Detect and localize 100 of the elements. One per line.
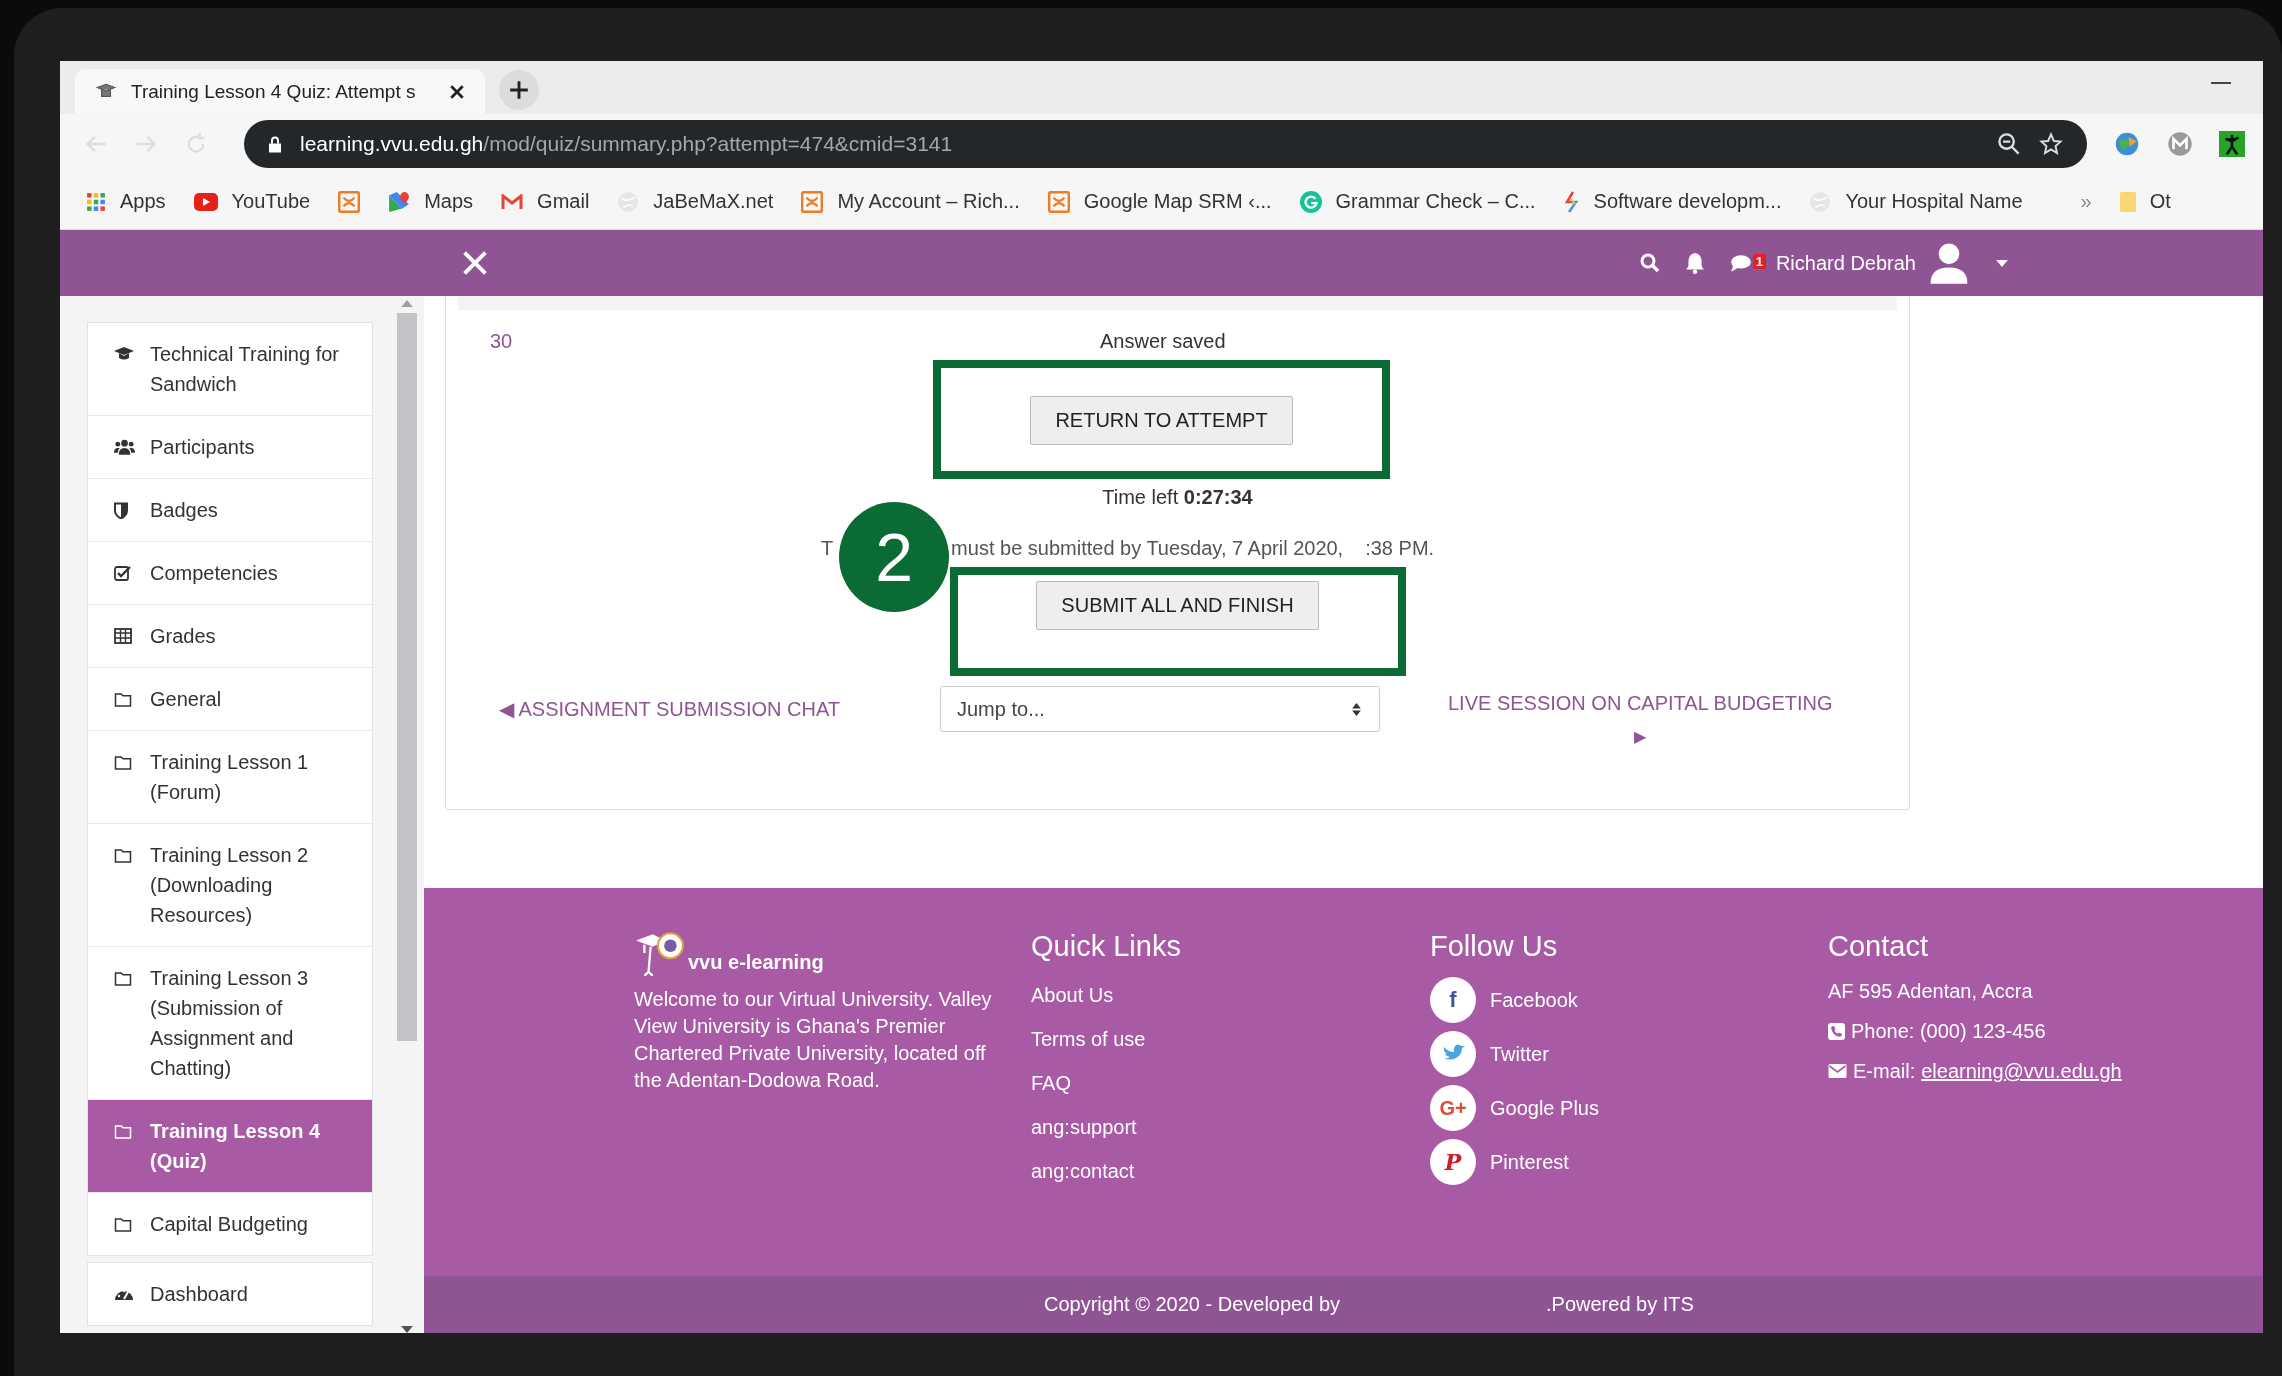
browser-tab[interactable]: Training Lesson 4 Quiz: Attempt s [75, 69, 485, 114]
social-link[interactable]: G+ Google Plus [1430, 1085, 1599, 1131]
table-icon [114, 628, 132, 644]
minimize-icon[interactable] [2211, 81, 2231, 85]
sidebar-item[interactable]: Grades [88, 605, 372, 668]
social-icon: P [1430, 1139, 1476, 1185]
bookmark-label: YouTube [231, 190, 311, 213]
social-link[interactable]: Twitter [1430, 1031, 1549, 1077]
apps-grid-icon [86, 191, 106, 212]
next-arrow[interactable]: ▶ [1634, 720, 1647, 754]
sidebar-item[interactable]: Capital Budgeting [88, 1193, 372, 1255]
folder-icon [114, 1123, 132, 1139]
bookmark-label: My Account – Rich... [837, 190, 1020, 213]
sidebar-item[interactable]: Participants [88, 416, 372, 479]
m-extension-icon[interactable] [2167, 131, 2193, 157]
column-title: Follow Us [1430, 930, 1558, 963]
logo-icon [634, 930, 686, 976]
bookmark-label: Gmail [537, 190, 590, 213]
plus-icon [508, 79, 530, 101]
footer-link[interactable]: FAQ [1031, 1069, 1071, 1097]
phone-icon [1828, 1022, 1845, 1040]
bookmark[interactable]: Grammar Check – C... [1299, 190, 1536, 213]
phone-text: Phone: (000) 123-456 [1851, 1019, 2046, 1044]
scroll-down-icon[interactable] [401, 1326, 413, 1333]
sort-arrows-icon [1352, 702, 1361, 716]
figure-extension-icon[interactable] [2219, 131, 2245, 157]
social-link[interactable]: f Facebook [1430, 977, 1578, 1023]
checkbox-icon [114, 565, 132, 581]
bookmark[interactable]: My Account – Rich... [801, 190, 1020, 213]
jump-to-dropdown[interactable]: Jump to... [940, 686, 1380, 732]
lock-icon [268, 135, 282, 153]
scrollbar[interactable] [397, 300, 417, 1333]
social-link[interactable]: P Pinterest [1430, 1139, 1569, 1185]
bookmark-label: JaBeMaX.net [653, 190, 774, 213]
footer-link[interactable]: About Us [1031, 981, 1114, 1009]
bookmark[interactable]: YouTube [193, 190, 311, 213]
bell-icon[interactable] [1683, 252, 1706, 274]
question-status: Answer saved [1100, 330, 1226, 354]
sidebar-item[interactable]: Dashboard [88, 1263, 372, 1325]
deadline-text: T [820, 536, 834, 561]
email-link[interactable]: elearning@vvu.edu.gh [1921, 1057, 2122, 1085]
sidebar-item[interactable]: General [88, 668, 372, 731]
footer-link[interactable]: ang:support [1031, 1113, 1137, 1141]
sidebar-item[interactable]: Badges [88, 479, 372, 542]
tab-title: Training Lesson 4 Quiz: Attempt s [131, 80, 417, 103]
envelope-icon [1828, 1064, 1847, 1078]
bookmark[interactable] [338, 190, 361, 213]
sidebar-item[interactable]: Training Lesson 1 (Forum) [88, 731, 372, 824]
bookmark[interactable]: Gmail [501, 190, 590, 213]
submit-all-and-finish-button[interactable]: SUBMIT ALL AND FINISH [1036, 581, 1319, 630]
bookmark[interactable]: Apps [86, 190, 166, 213]
sidebar-item[interactable]: Competencies [88, 542, 372, 605]
bookmark[interactable]: Maps [388, 190, 474, 213]
folder-icon [2119, 190, 2136, 213]
powered-by-text: .Powered by ITS [1546, 1293, 1694, 1316]
question-number[interactable]: 30 [490, 330, 820, 360]
globe-icon [1809, 190, 1832, 213]
star-icon[interactable] [2039, 132, 2063, 156]
bookmark[interactable]: Google Map SRM ‹... [1047, 190, 1272, 213]
folder-icon [114, 1216, 132, 1232]
bookmark-label: Apps [120, 190, 166, 213]
bookmark-label: Your Hospital Name [1845, 190, 2023, 213]
caret-icon[interactable] [1996, 259, 2008, 267]
folder-icon [114, 970, 132, 986]
return-to-attempt-button[interactable]: RETURN TO ATTEMPT [1030, 396, 1293, 445]
message-count-badge: 1 [1752, 254, 1766, 269]
deadline-text: :38 PM. [1365, 536, 1435, 561]
globe-extension-icon[interactable] [2113, 130, 2141, 158]
footer-link[interactable]: ang:contact [1031, 1157, 1135, 1185]
mail-icon [501, 193, 524, 210]
about-text: Welcome to our Virtual University. Valley View University is Ghana's Premier Chartered Private University, located off the Adentan-Dodowa Road. [634, 987, 993, 1093]
footer-link[interactable]: Terms of use [1031, 1025, 1146, 1053]
bookmark[interactable]: Your Hospital Name [1809, 190, 2023, 213]
bookmark[interactable]: JaBeMaX.net [617, 190, 774, 213]
search-icon[interactable] [1639, 253, 1660, 273]
next-activity-link[interactable]: LIVE SESSION ON CAPITAL BUDGETING [1448, 686, 1833, 720]
url-text: learning.vvu.edu.gh/mod/quiz/summary.php?attempt=474&cmid=3141 [300, 132, 954, 156]
social-icon: f [1430, 977, 1476, 1023]
new-tab-button[interactable] [499, 70, 539, 110]
user-name[interactable]: Richard Debrah [1775, 251, 1916, 275]
sidebar-item[interactable]: Training Lesson 4 (Quiz) [88, 1100, 372, 1193]
chat-bubble-icon[interactable] [1729, 254, 1752, 272]
folder-icon [114, 691, 132, 707]
shield-icon [114, 501, 128, 519]
copyright-text: Copyright © 2020 - Developed by [1044, 1293, 1340, 1316]
column-title: Quick Links [1031, 930, 1181, 963]
step-number-badge: 2 [839, 502, 950, 612]
bookmark-label: Google Map SRM ‹... [1083, 190, 1272, 213]
close-icon[interactable] [449, 83, 465, 100]
bookmark-label: Grammar Check – C... [1335, 190, 1536, 213]
bookmark[interactable]: Ot [2119, 190, 2171, 213]
folder-icon [114, 754, 132, 770]
zoom-out-icon[interactable] [1997, 132, 2021, 156]
globe-icon [617, 190, 640, 213]
email-label: E-mail: [1853, 1059, 1916, 1084]
sidebar-item[interactable]: Training Lesson 2 (Downloading Resources) [88, 824, 372, 947]
address-bar[interactable]: learning.vvu.edu.gh/mod/quiz/summary.php?attempt=474&cmid=3141 [244, 120, 2087, 168]
bookmark-label: Maps [424, 190, 474, 213]
previous-activity-link[interactable]: ◀ ASSIGNMENT SUBMISSION CHAT [499, 692, 840, 726]
sidebar-item[interactable]: Technical Training for Sandwich [88, 323, 372, 416]
